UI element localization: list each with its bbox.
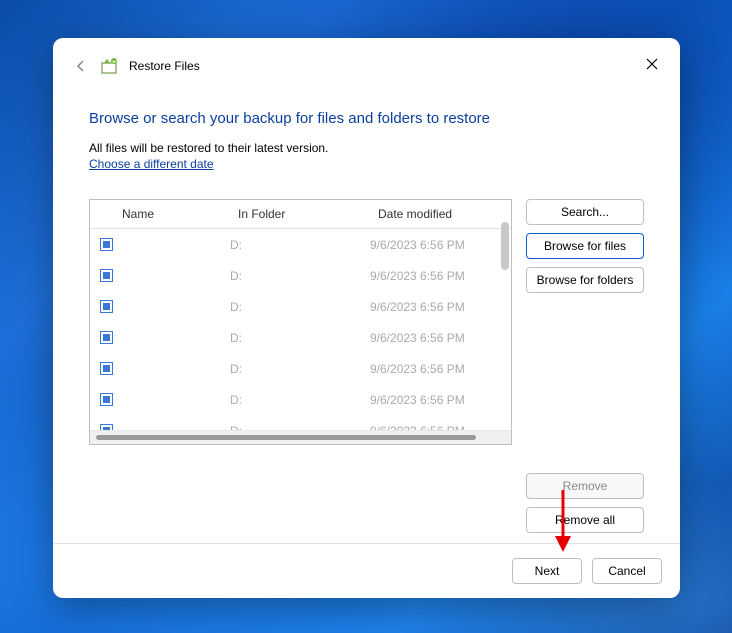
row-folder: D:: [230, 362, 370, 376]
column-header-folder[interactable]: In Folder: [230, 200, 370, 228]
dialog-title: Restore Files: [129, 59, 200, 73]
column-headers: Name In Folder Date modified: [90, 200, 511, 229]
image-file-icon: [100, 362, 113, 375]
image-file-icon: [100, 300, 113, 313]
table-row[interactable]: D: 9/6/2023 6:56 PM: [90, 322, 511, 353]
subtext-latest-version: All files will be restored to their late…: [89, 141, 644, 155]
next-button[interactable]: Next: [512, 558, 582, 584]
choose-date-link[interactable]: Choose a different date: [89, 157, 644, 171]
table-row[interactable]: D: 9/6/2023 6:56 PM: [90, 415, 511, 430]
table-row[interactable]: D: 9/6/2023 6:56 PM: [90, 229, 511, 260]
image-file-icon: [100, 393, 113, 406]
page-heading: Browse or search your backup for files a…: [89, 110, 644, 127]
table-row[interactable]: D: 9/6/2023 6:56 PM: [90, 384, 511, 415]
row-date: 9/6/2023 6:56 PM: [370, 393, 511, 407]
main-row: Name In Folder Date modified D: 9/6/2023…: [89, 199, 644, 533]
row-folder: D:: [230, 269, 370, 283]
vertical-scrollbar[interactable]: [501, 222, 509, 270]
browse-files-button[interactable]: Browse for files: [526, 233, 644, 259]
action-buttons-column: Search... Browse for files Browse for fo…: [526, 199, 644, 533]
dialog-header: Restore Files: [53, 38, 680, 82]
cancel-button[interactable]: Cancel: [592, 558, 662, 584]
file-list-panel: Name In Folder Date modified D: 9/6/2023…: [89, 199, 512, 445]
row-date: 9/6/2023 6:56 PM: [370, 331, 511, 345]
table-row[interactable]: D: 9/6/2023 6:56 PM: [90, 291, 511, 322]
file-rows: D: 9/6/2023 6:56 PM D: 9/6/2023 6:56 PM …: [90, 229, 511, 430]
back-button[interactable]: [71, 56, 91, 76]
column-header-name[interactable]: Name: [90, 200, 230, 228]
row-folder: D:: [230, 331, 370, 345]
row-date: 9/6/2023 6:56 PM: [370, 238, 511, 252]
image-file-icon: [100, 331, 113, 344]
row-folder: D:: [230, 238, 370, 252]
close-button[interactable]: [638, 50, 666, 78]
row-folder: D:: [230, 393, 370, 407]
image-file-icon: [100, 238, 113, 251]
remove-button[interactable]: Remove: [526, 473, 644, 499]
table-row[interactable]: D: 9/6/2023 6:56 PM: [90, 260, 511, 291]
row-date: 9/6/2023 6:56 PM: [370, 300, 511, 314]
browse-folders-button[interactable]: Browse for folders: [526, 267, 644, 293]
row-folder: D:: [230, 300, 370, 314]
dialog-content: Browse or search your backup for files a…: [53, 82, 680, 543]
row-date: 9/6/2023 6:56 PM: [370, 362, 511, 376]
restore-files-dialog: Restore Files Browse or search your back…: [53, 38, 680, 598]
back-arrow-icon: [74, 59, 88, 73]
remove-all-button[interactable]: Remove all: [526, 507, 644, 533]
dialog-footer: Next Cancel: [53, 543, 680, 598]
row-date: 9/6/2023 6:56 PM: [370, 269, 511, 283]
table-row[interactable]: D: 9/6/2023 6:56 PM: [90, 353, 511, 384]
column-header-date[interactable]: Date modified: [370, 200, 511, 228]
restore-app-icon: [101, 57, 119, 75]
search-button[interactable]: Search...: [526, 199, 644, 225]
horizontal-scrollbar-thumb[interactable]: [96, 435, 476, 440]
close-icon: [646, 58, 658, 70]
horizontal-scrollbar-track[interactable]: [90, 430, 511, 444]
image-file-icon: [100, 269, 113, 282]
